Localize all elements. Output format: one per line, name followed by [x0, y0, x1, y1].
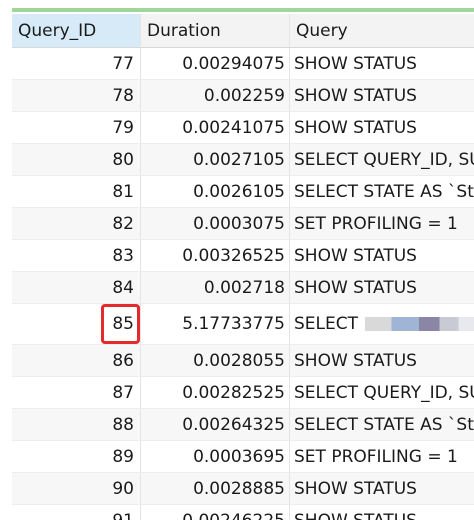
cell-duration[interactable]: 5.17733775: [140, 303, 290, 345]
cell-query-id[interactable]: 83: [12, 239, 141, 272]
table-row[interactable]: 78 0.002259 SHOW STATUS: [12, 79, 474, 112]
highlighted-query-id: 85: [112, 314, 134, 334]
cell-query[interactable]: SET PROFILING = 1: [289, 207, 474, 240]
cell-query[interactable]: SHOW STATUS: [289, 79, 474, 112]
redacted-text: [365, 317, 474, 331]
cell-query[interactable]: SELECT STATE AS `St: [289, 175, 474, 208]
cell-query[interactable]: SHOW STATUS: [289, 239, 474, 272]
cell-query[interactable]: SHOW STATUS: [289, 504, 474, 520]
cell-query-id[interactable]: 78: [12, 79, 141, 112]
cell-query-id[interactable]: 79: [12, 111, 141, 144]
table-row[interactable]: 77 0.00294075 SHOW STATUS: [12, 47, 474, 80]
cell-query[interactable]: SELECT STATE AS `St: [289, 408, 474, 441]
cell-query-id[interactable]: 89: [12, 440, 141, 473]
cell-duration[interactable]: 0.002718: [140, 271, 290, 304]
cell-query[interactable]: SHOW STATUS: [289, 47, 474, 80]
cell-query[interactable]: SET PROFILING = 1: [289, 440, 474, 473]
cell-duration[interactable]: 0.0028885: [140, 472, 290, 505]
column-header-query[interactable]: Query: [289, 14, 474, 48]
cell-duration[interactable]: 0.002259: [140, 79, 290, 112]
cell-query-id[interactable]: 82: [12, 207, 141, 240]
cell-query[interactable]: SHOW STATUS: [289, 344, 474, 377]
table-row[interactable]: 81 0.0026105 SELECT STATE AS `St: [12, 175, 474, 208]
table-row[interactable]: 79 0.00241075 SHOW STATUS: [12, 111, 474, 144]
cell-duration[interactable]: 0.00326525: [140, 239, 290, 272]
header-row: Query_ID Duration Query: [12, 14, 474, 48]
cell-query[interactable]: SELECT: [289, 303, 474, 345]
cell-duration[interactable]: 0.00294075: [140, 47, 290, 80]
cell-query-id[interactable]: 86: [12, 344, 141, 377]
table-row[interactable]: 86 0.0028055 SHOW STATUS: [12, 344, 474, 377]
table-row-highlighted[interactable]: 85 5.17733775 SELECT: [12, 303, 474, 345]
cell-duration[interactable]: 0.0003695: [140, 440, 290, 473]
cell-query-id[interactable]: 84: [12, 271, 141, 304]
left-margin: [0, 0, 12, 520]
cell-query-id[interactable]: 81: [12, 175, 141, 208]
query-text: SELECT: [294, 314, 358, 334]
cell-query[interactable]: SELECT QUERY_ID, SU: [289, 143, 474, 176]
cell-query-id[interactable]: 87: [12, 376, 141, 409]
table-row[interactable]: 84 0.002718 SHOW STATUS: [12, 271, 474, 304]
results-grid[interactable]: Query_ID Duration Query 77 0.00294075 SH…: [12, 14, 474, 520]
table-row[interactable]: 88 0.00264325 SELECT STATE AS `St: [12, 408, 474, 441]
column-header-duration[interactable]: Duration: [140, 14, 290, 48]
profiling-results-window: Query_ID Duration Query 77 0.00294075 SH…: [0, 0, 474, 520]
cell-query-id[interactable]: 80: [12, 143, 141, 176]
cell-query-id[interactable]: 77: [12, 47, 141, 80]
table-row[interactable]: 91 0.00246225 SHOW STATUS: [12, 504, 474, 520]
cell-query[interactable]: SELECT QUERY_ID, SU: [289, 376, 474, 409]
cell-duration[interactable]: 0.00264325: [140, 408, 290, 441]
cell-duration[interactable]: 0.00241075: [140, 111, 290, 144]
cell-query-id[interactable]: 88: [12, 408, 141, 441]
cell-duration[interactable]: 0.0026105: [140, 175, 290, 208]
table-row[interactable]: 87 0.00282525 SELECT QUERY_ID, SU: [12, 376, 474, 409]
cell-duration[interactable]: 0.00246225: [140, 504, 290, 520]
table-row[interactable]: 82 0.0003075 SET PROFILING = 1: [12, 207, 474, 240]
cell-duration[interactable]: 0.0003075: [140, 207, 290, 240]
red-highlight-box: 85: [101, 304, 140, 344]
column-header-query-id[interactable]: Query_ID: [12, 14, 141, 48]
table-row[interactable]: 90 0.0028885 SHOW STATUS: [12, 472, 474, 505]
cell-query[interactable]: SHOW STATUS: [289, 111, 474, 144]
top-green-strip: [12, 8, 474, 12]
cell-duration[interactable]: 0.0028055: [140, 344, 290, 377]
cell-query-id[interactable]: 90: [12, 472, 141, 505]
cell-query[interactable]: SHOW STATUS: [289, 472, 474, 505]
table-row[interactable]: 80 0.0027105 SELECT QUERY_ID, SU: [12, 143, 474, 176]
cell-query[interactable]: SHOW STATUS: [289, 271, 474, 304]
table-row[interactable]: 89 0.0003695 SET PROFILING = 1: [12, 440, 474, 473]
table-row[interactable]: 83 0.00326525 SHOW STATUS: [12, 239, 474, 272]
cell-duration[interactable]: 0.00282525: [140, 376, 290, 409]
cell-query-id[interactable]: 91: [12, 504, 141, 520]
results-table: Query_ID Duration Query 77 0.00294075 SH…: [12, 14, 474, 520]
cell-duration[interactable]: 0.0027105: [140, 143, 290, 176]
cell-query-id-highlighted[interactable]: 85: [12, 303, 141, 345]
